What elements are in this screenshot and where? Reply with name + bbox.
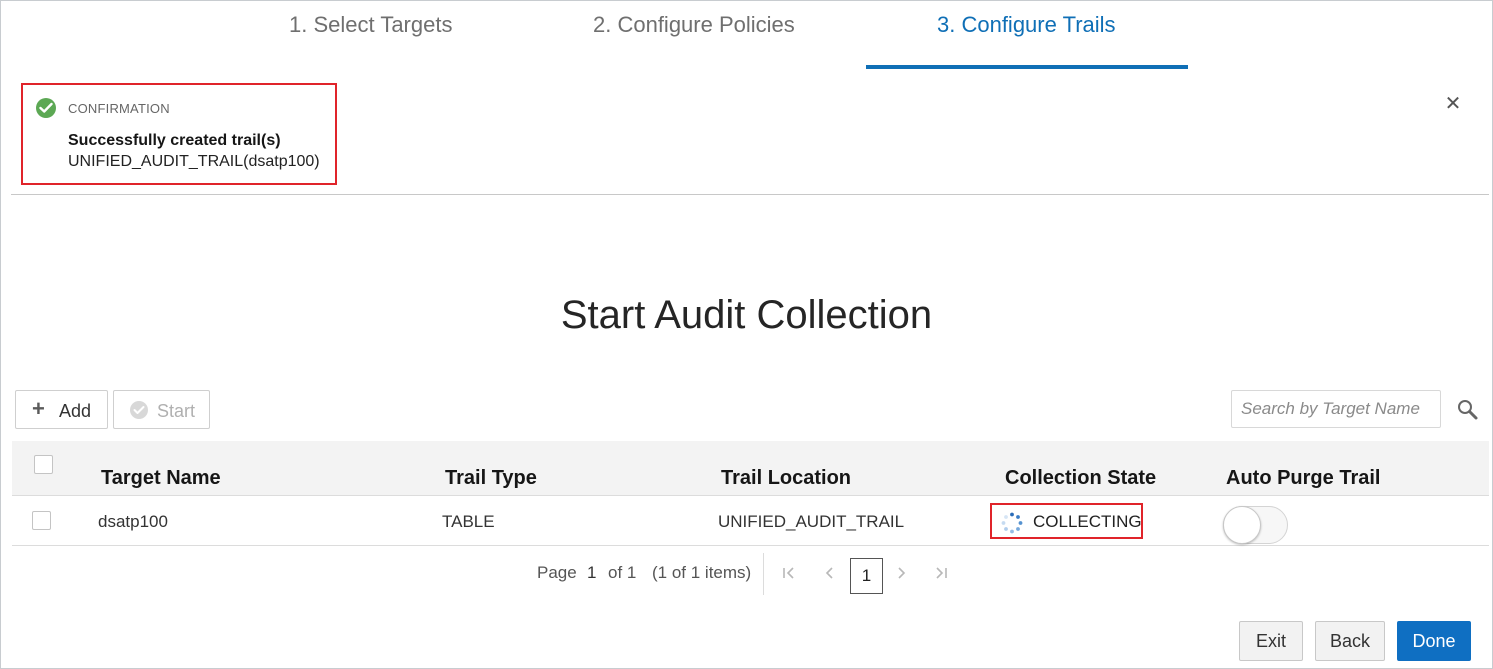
wizard-steps: 1. Select Targets 2. Configure Policies … (0, 0, 1493, 70)
current-page-button[interactable]: 1 (850, 558, 883, 594)
add-button[interactable]: + Add (15, 390, 108, 429)
start-button-label: Start (157, 401, 196, 421)
search-icon[interactable] (1456, 398, 1480, 422)
toggle-knob (1223, 506, 1261, 544)
pagination-page-number[interactable]: 1 (587, 563, 596, 583)
collection-state-text: COLLECTING (1033, 512, 1142, 531)
close-icon[interactable]: ✕ (1444, 94, 1462, 114)
select-all-checkbox[interactable] (34, 455, 53, 474)
back-button[interactable]: Back (1315, 621, 1385, 661)
previous-page-icon[interactable] (824, 565, 834, 586)
pagination-page-label: Page (537, 563, 577, 582)
start-button[interactable]: Start (113, 390, 210, 429)
spinner-icon (1001, 512, 1023, 534)
column-header-trail-location[interactable]: Trail Location (721, 467, 851, 490)
column-header-collection-state[interactable]: Collection State (1005, 467, 1156, 490)
step-configure-policies[interactable]: 2. Configure Policies (593, 12, 795, 38)
first-page-icon[interactable] (782, 565, 796, 586)
cell-target-name: dsatp100 (98, 512, 168, 531)
page-title: Start Audit Collection (560, 293, 933, 337)
confirmation-heading: CONFIRMATION (68, 101, 170, 116)
column-header-target-name[interactable]: Target Name (101, 467, 221, 490)
pagination-items-count: (1 of 1 items) (652, 563, 752, 582)
step-select-targets[interactable]: 1. Select Targets (289, 12, 452, 38)
divider (11, 194, 1489, 195)
plus-icon: + (32, 396, 45, 421)
check-circle-icon (130, 401, 148, 419)
next-page-icon[interactable] (897, 565, 907, 586)
add-button-label: Add (59, 401, 92, 421)
pagination-separator (763, 553, 764, 595)
confirmation-text: Successfully created trail(s) (68, 132, 281, 149)
table-row[interactable]: dsatp100 TABLE UNIFIED_AUDIT_TRAIL COLLE… (12, 497, 1489, 546)
cell-trail-type: TABLE (442, 512, 495, 531)
exit-button[interactable]: Exit (1239, 621, 1303, 661)
table-header: Target Name Trail Type Trail Location Co… (12, 441, 1489, 496)
column-header-auto-purge-trail[interactable]: Auto Purge Trail (1226, 467, 1380, 490)
last-page-icon[interactable] (934, 565, 948, 586)
active-step-indicator (866, 65, 1188, 69)
confirmation-message: CONFIRMATION Successfully created trail(… (21, 83, 337, 185)
done-button[interactable]: Done (1397, 621, 1471, 661)
collection-state-cell: COLLECTING (990, 503, 1143, 539)
column-header-trail-type[interactable]: Trail Type (445, 467, 537, 490)
pagination-of-label: of 1 (608, 563, 637, 582)
auto-purge-toggle[interactable] (1223, 506, 1288, 544)
step-configure-trails[interactable]: 3. Configure Trails (937, 12, 1116, 38)
cell-trail-location: UNIFIED_AUDIT_TRAIL (718, 512, 905, 531)
confirmation-detail: UNIFIED_AUDIT_TRAIL(dsatp100) (68, 153, 320, 170)
row-checkbox[interactable] (32, 511, 51, 530)
success-check-icon (36, 98, 56, 118)
search-input[interactable] (1231, 390, 1441, 428)
